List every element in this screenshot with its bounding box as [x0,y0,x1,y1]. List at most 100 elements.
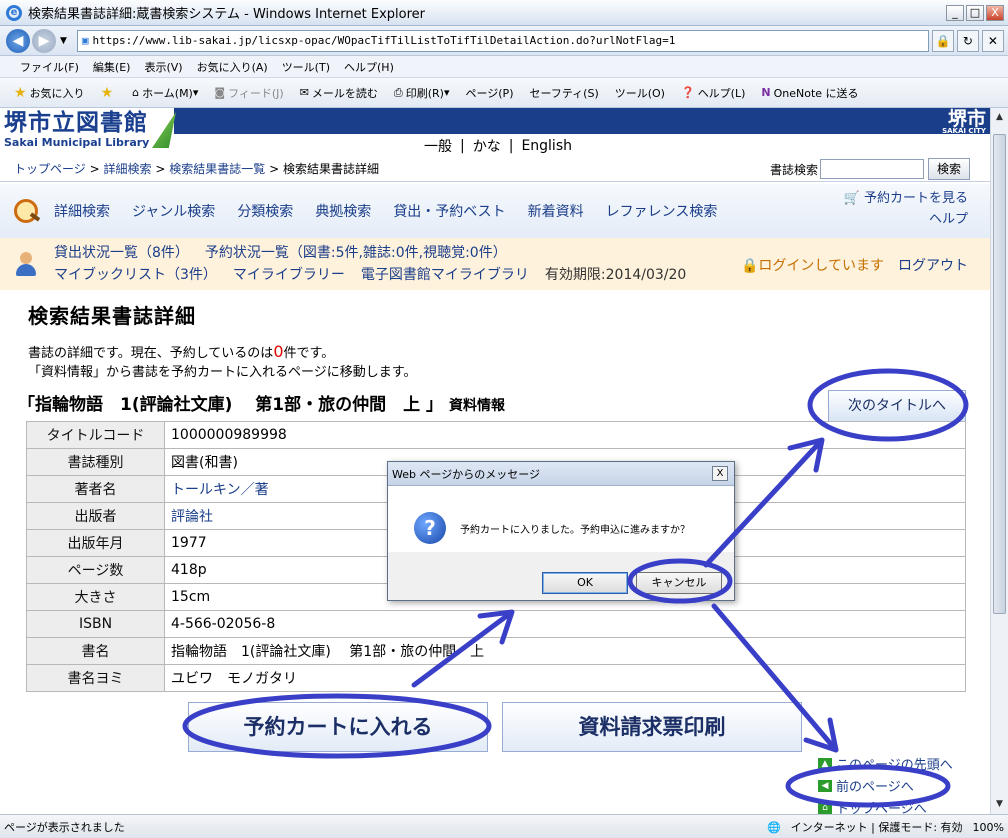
arrow-up-icon: ▲ [818,757,832,770]
menu-edit[interactable]: 編集(E) [93,59,131,75]
home-arrow-icon: ⌂ [818,801,832,814]
library-logo[interactable]: 堺市立図書館 Sakai Municipal Library [4,110,176,152]
dialog-close-button[interactable]: X [712,466,728,481]
detail-key: タイトルコード [26,421,165,449]
close-button[interactable]: X [986,4,1004,21]
page-icon: ▣ [81,34,89,47]
detail-value-link[interactable]: 評論社 [171,509,213,525]
user-links: 貸出状況一覧（8件） 予約状況一覧（図書:5件,雑誌:0件,視聴覚:0件） マイブ… [54,242,702,286]
detail-key: ページ数 [26,556,165,584]
detail-value-link[interactable]: トールキン／著 [171,482,269,498]
stop-icon[interactable]: ✕ [981,29,1004,52]
view-cart-link[interactable]: 🛒 予約カートを見る [844,188,968,209]
breadcrumb-result-list[interactable]: 検索結果書誌一覧 [169,160,265,177]
mybooklist-link[interactable]: マイブックリスト（3件） [54,267,217,283]
detail-key: 書誌種別 [26,448,165,476]
quick-search-button[interactable]: 検索 [927,158,970,180]
tools-menu-button[interactable]: ツール(O) [615,85,665,101]
arrow-left-icon: ◀ [818,779,832,792]
breadcrumb-advanced-search[interactable]: 詳細検索 [103,160,151,177]
sakai-city-logo[interactable]: 堺市 SAKAI CITY [942,110,990,135]
detail-value: 1000000989998 [164,421,966,449]
maximize-button[interactable]: □ [966,4,984,21]
confirm-dialog: Web ページからのメッセージ X ? 予約カートに入りました。予約申込に進みま… [387,461,735,601]
nav-authority-search[interactable]: 典拠検索 [315,201,371,221]
security-zone[interactable]: インターネット | 保護モード: 有効 [791,819,963,835]
nav-category-search[interactable]: 分類検索 [237,201,293,221]
forward-icon[interactable]: ▶ [32,28,56,53]
onenote-button[interactable]: N OneNote に送る [761,85,858,101]
favorites-button[interactable]: ★ お気に入り [14,85,85,101]
breadcrumb: トップページ > 詳細検索 > 検索結果書誌一覧 > 検索結果書誌詳細 書誌検索… [0,156,990,182]
lang-general[interactable]: 一般 [424,136,452,156]
dialog-title-bar: Web ページからのメッセージ X [388,462,734,486]
login-message: 🔒ログインしています [740,258,884,274]
refresh-icon[interactable]: ↻ [956,29,979,52]
help-icon: ❓ [680,86,695,99]
detail-key: 出版年月 [26,529,165,557]
detail-key: ISBN [26,610,165,638]
logout-link[interactable]: ログアウト [898,255,968,275]
scroll-thumb[interactable] [993,134,1006,614]
previous-page-link[interactable]: ◀ 前のページへ [818,776,914,795]
nav-new-items[interactable]: 新着資料 [528,201,584,221]
table-row: 書名 指輪物語 1(評論社文庫) 第1部・旅の仲間 上 [26,637,966,665]
menu-view[interactable]: 表示(V) [144,59,182,75]
lang-english[interactable]: English [521,138,572,154]
home-icon: ⌂ [132,86,140,99]
lang-kana[interactable]: かな [473,136,501,156]
table-row: タイトルコード 1000000989998 [26,421,966,449]
nav-advanced-search[interactable]: 詳細検索 [54,201,110,221]
menu-file[interactable]: ファイル(F) [20,59,79,75]
item-info-link[interactable]: 資料情報 [449,398,505,414]
top-page-link[interactable]: ⌂ トップページへ [818,798,927,814]
feed-button[interactable]: ◙ フィード(J) [214,85,283,101]
menu-tools[interactable]: ツール(T) [282,59,330,75]
dialog-cancel-button[interactable]: キャンセル [636,572,722,594]
nav-genre-search[interactable]: ジャンル検索 [132,201,215,221]
help-menu-button[interactable]: ❓ ヘルプ(L) [681,85,745,101]
globe-icon: 🌐 [766,820,781,834]
menu-help[interactable]: ヘルプ(H) [344,59,394,75]
print-request-slip-button[interactable]: 資料請求票印刷 [502,702,802,752]
magnifier-icon [10,197,42,225]
menu-favorites[interactable]: お気に入り(A) [197,59,268,75]
detail-value: 指輪物語 1(評論社文庫) 第1部・旅の仲間 上 [164,637,966,665]
scroll-down-icon[interactable]: ▼ [992,797,1007,812]
lock-icon[interactable]: 🔒 [931,29,954,52]
star-icon: ★ [14,84,27,101]
ie-logo-icon: e [6,4,22,21]
dialog-ok-button[interactable]: OK [542,572,628,594]
add-to-cart-button[interactable]: 予約カートに入れる [188,702,488,752]
detail-key: 書名 [26,637,165,665]
help-link[interactable]: ヘルプ [844,209,968,230]
mail-button[interactable]: ✉ メールを読む [300,85,378,101]
table-row: 書名ヨミ ユビワ モノガタリ [26,664,966,692]
home-button[interactable]: ⌂ ホーム(M) ▾ [132,85,198,101]
reservation-count: 0 [273,342,284,361]
history-dropdown-icon[interactable]: ▼ [60,36,67,46]
ebook-library-link[interactable]: 電子図書館マイライブラリ [361,267,529,283]
back-icon[interactable]: ◀ [6,28,30,53]
minimize-button[interactable]: _ [946,4,964,21]
address-bar: ◀ ▶ ▼ ▣ https://www.lib-sakai.jp/licsxp-… [0,26,1008,56]
nav-best-loans[interactable]: 貸出・予約ベスト [393,201,505,221]
scroll-up-icon[interactable]: ▲ [992,110,1007,125]
loans-link[interactable]: 貸出状況一覧（8件） [54,245,189,261]
page-menu-button[interactable]: ページ(P) [465,85,513,101]
language-switcher: 一般 | かな | English [424,136,572,156]
url-input[interactable]: ▣ https://www.lib-sakai.jp/licsxp-opac/W… [76,29,929,52]
safety-menu-button[interactable]: セーフティ(S) [529,85,598,101]
next-title-button[interactable]: 次のタイトルへ [828,390,966,422]
print-button[interactable]: ⎙ 印刷(R) ▾ [394,85,450,101]
reservations-link[interactable]: 予約状況一覧（図書:5件,雑誌:0件,視聴覚:0件） [205,245,507,261]
mylibrary-link[interactable]: マイライブラリー [233,267,345,283]
breadcrumb-top[interactable]: トップページ [14,160,86,177]
zoom-level[interactable]: 100% [973,821,1004,834]
quick-search-input[interactable] [819,159,924,179]
page-top-link[interactable]: ▲ このページの先頭へ [818,754,953,773]
vertical-scrollbar[interactable]: ▲ ▼ [990,108,1008,814]
nav-reference-search[interactable]: レファレンス検索 [606,201,718,221]
detail-key: 大きさ [26,583,165,611]
add-favorite-icon[interactable]: ★ [101,85,117,101]
